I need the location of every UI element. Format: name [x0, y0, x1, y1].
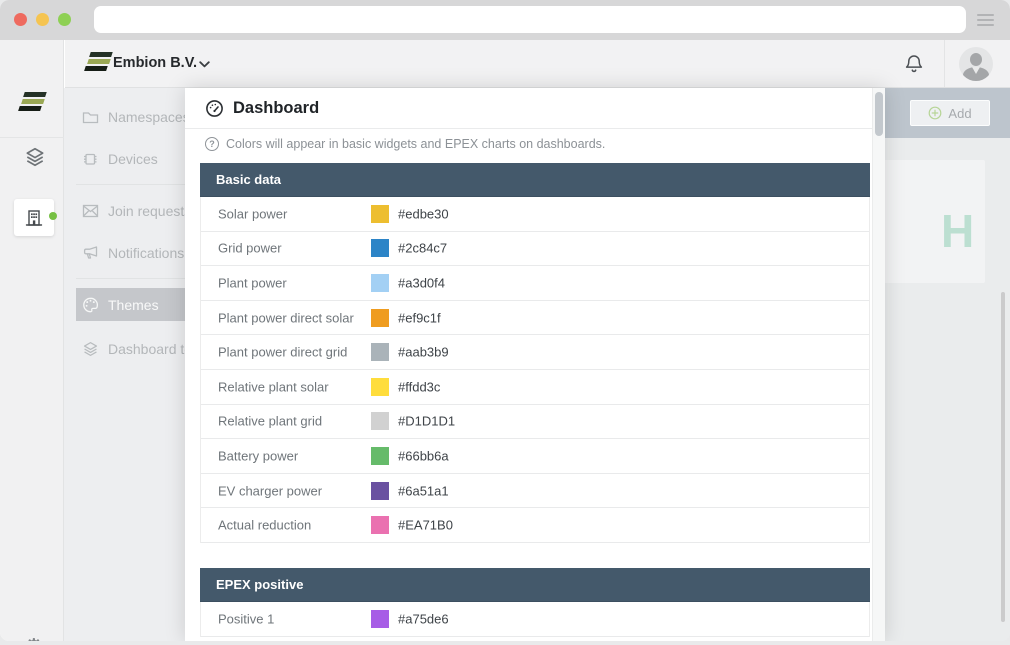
- color-name: Plant power: [218, 275, 287, 290]
- browser-window: ⚙ Embion B.V. Namespaces: [0, 0, 1010, 641]
- browser-menu-icon[interactable]: [977, 14, 994, 26]
- color-swatch[interactable]: [371, 412, 389, 430]
- app-header: Embion B.V.: [65, 40, 1010, 88]
- address-bar[interactable]: [94, 6, 966, 33]
- table-row: Actual reduction #EA71B0: [201, 508, 869, 543]
- color-swatch[interactable]: [371, 610, 389, 628]
- color-name: Battery power: [218, 448, 298, 463]
- color-name: Relative plant solar: [218, 379, 329, 394]
- org-switcher[interactable]: Embion B.V.: [113, 55, 197, 71]
- color-name: Relative plant grid: [218, 414, 322, 429]
- basic-data-table: Basic data Solar power #edbe30 Grid powe…: [200, 163, 870, 543]
- building-icon: [24, 208, 44, 228]
- embion-logo-icon: [19, 92, 45, 116]
- help-circle-icon: ?: [205, 137, 219, 151]
- table-row: Grid power #2c84c7: [201, 232, 869, 267]
- modal-divider: [185, 128, 872, 129]
- color-hex: #D1D1D1: [398, 414, 455, 429]
- color-swatch[interactable]: [371, 516, 389, 534]
- active-organization-tile[interactable]: [14, 199, 54, 236]
- table-section-header: Basic data: [200, 163, 870, 197]
- table-row: Relative plant grid #D1D1D1: [201, 405, 869, 440]
- table-row: Solar power #edbe30: [201, 197, 869, 232]
- color-swatch[interactable]: [371, 309, 389, 327]
- color-name: Positive 1: [218, 611, 274, 626]
- table-row: Relative plant solar #ffdd3c: [201, 370, 869, 405]
- color-name: Plant power direct solar: [218, 310, 354, 325]
- header-separator: [944, 40, 945, 87]
- maximize-window-button[interactable]: [58, 13, 71, 26]
- color-swatch[interactable]: [371, 378, 389, 396]
- modal-scrollbar-thumb[interactable]: [875, 92, 883, 136]
- modal-scrollbar[interactable]: [872, 88, 885, 641]
- minimize-window-button[interactable]: [36, 13, 49, 26]
- color-hex: #2c84c7: [398, 241, 447, 256]
- dashboard-theme-modal: Dashboard ? Colors will appear in basic …: [185, 88, 885, 641]
- color-hex: #66bb6a: [398, 448, 449, 463]
- namespaces-layers-icon[interactable]: [24, 146, 46, 168]
- color-name: Solar power: [218, 206, 287, 221]
- modal-title: Dashboard: [233, 99, 319, 118]
- color-name: Actual reduction: [218, 518, 311, 533]
- color-swatch[interactable]: [371, 239, 389, 257]
- color-hex: #a3d0f4: [398, 275, 445, 290]
- table-row: Battery power #66bb6a: [201, 439, 869, 474]
- color-swatch[interactable]: [371, 274, 389, 292]
- user-avatar[interactable]: [959, 47, 993, 81]
- chevron-down-icon: [199, 61, 210, 68]
- color-hex: #edbe30: [398, 206, 449, 221]
- color-swatch[interactable]: [371, 482, 389, 500]
- table-row: Plant power direct grid #aab3b9: [201, 335, 869, 370]
- color-hex: #EA71B0: [398, 518, 453, 533]
- embion-logo-icon: [85, 52, 111, 76]
- close-window-button[interactable]: [14, 13, 27, 26]
- icon-rail: ⚙: [0, 40, 64, 641]
- color-hex: #ef9c1f: [398, 310, 441, 325]
- modal-subtitle: Colors will appear in basic widgets and …: [226, 137, 605, 151]
- table-section-header: EPEX positive: [200, 568, 870, 602]
- rail-divider: [0, 137, 64, 138]
- color-hex: #ffdd3c: [398, 379, 440, 394]
- modal-subtitle-row: ? Colors will appear in basic widgets an…: [205, 136, 605, 152]
- color-hex: #aab3b9: [398, 345, 449, 360]
- modal-header: Dashboard: [185, 88, 872, 128]
- color-hex: #a75de6: [398, 611, 449, 626]
- epex-positive-table: EPEX positive Positive 1 #a75de6: [200, 568, 870, 637]
- org-status-dot: [49, 212, 57, 220]
- color-swatch[interactable]: [371, 447, 389, 465]
- table-row: Plant power #a3d0f4: [201, 266, 869, 301]
- color-name: Grid power: [218, 241, 282, 256]
- color-swatch[interactable]: [371, 205, 389, 223]
- table-row: EV charger power #6a51a1: [201, 474, 869, 509]
- color-hex: #6a51a1: [398, 483, 449, 498]
- notifications-bell-icon[interactable]: [903, 53, 925, 75]
- gauge-icon: [205, 99, 224, 118]
- color-swatch[interactable]: [371, 343, 389, 361]
- color-name: EV charger power: [218, 483, 322, 498]
- table-row: Plant power direct solar #ef9c1f: [201, 301, 869, 336]
- gear-icon[interactable]: ⚙: [24, 636, 44, 641]
- color-name: Plant power direct grid: [218, 345, 347, 360]
- browser-chrome: [0, 0, 1010, 40]
- table-row: Positive 1 #a75de6: [201, 602, 869, 637]
